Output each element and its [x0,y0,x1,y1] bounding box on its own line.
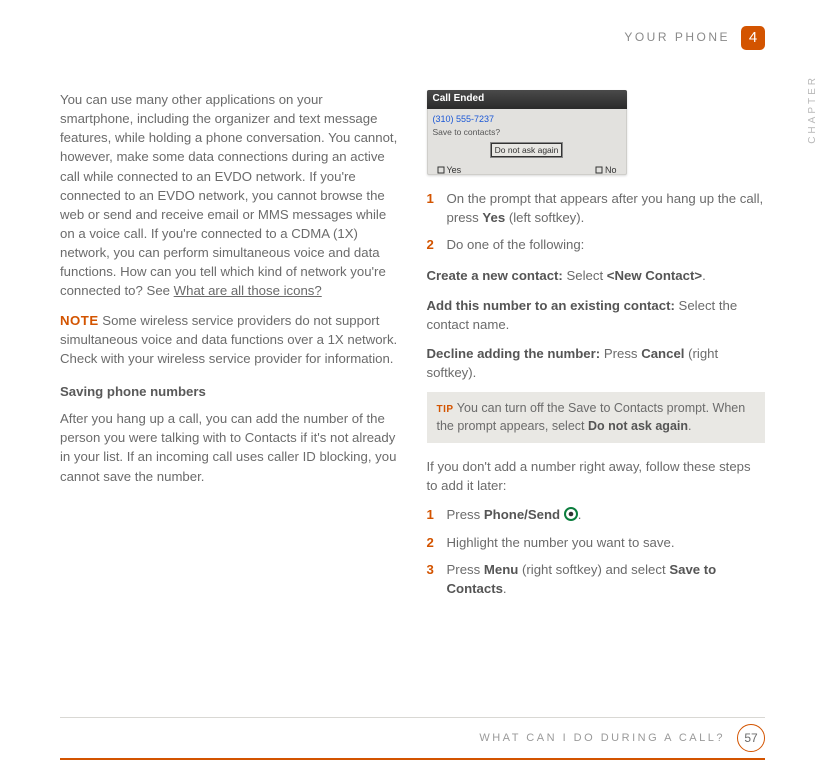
option-decline: Decline adding the number: Press Cancel … [427,344,766,382]
step-1: 1 On the prompt that appears after you h… [427,189,766,227]
later-step-3: 3 Press Menu (right softkey) and select … [427,560,766,598]
page-footer: WHAT CAN I DO DURING A CALL? 57 [60,717,765,760]
steps-list-a: 1 On the prompt that appears after you h… [427,189,766,254]
intro-paragraph: You can use many other applications on y… [60,90,399,301]
header-section-title: YOUR PHONE [624,30,730,44]
left-column: You can use many other applications on y… [60,90,399,610]
option-existing-contact: Add this number to an existing contact: … [427,296,766,334]
phone-send-icon [564,507,578,521]
screenshot-titlebar: Call Ended [427,90,627,109]
note-label: NOTE [60,313,99,328]
tip-box: TIP You can turn off the Save to Contact… [427,392,766,443]
note-paragraph: NOTE Some wireless service providers do … [60,311,399,368]
steps-list-b: 1 Press Phone/Send . 2 Highlight the num… [427,505,766,598]
screenshot-yes-softkey: Yes [437,164,462,177]
chapter-side-label: CHAPTER [807,75,818,144]
phone-screenshot: Call Ended (310) 555-7237 Save to contac… [427,90,627,175]
saving-numbers-heading: Saving phone numbers [60,382,399,401]
page-header: YOUR PHONE 4 [60,30,765,60]
icons-link[interactable]: What are all those icons? [174,283,322,298]
later-step-2: 2 Highlight the number you want to save. [427,533,766,552]
screenshot-prompt: Save to contacts? [433,126,621,138]
screenshot-no-softkey: No [595,164,617,177]
step-2: 2 Do one of the following: [427,235,766,254]
footer-title: WHAT CAN I DO DURING A CALL? [479,732,725,744]
screenshot-softkeys: Yes No [427,162,627,181]
later-step-1: 1 Press Phone/Send . [427,505,766,524]
page-number: 57 [737,724,765,752]
option-create-contact: Create a new contact: Select <New Contac… [427,266,766,285]
screenshot-do-not-ask-button: Do not ask again [490,142,564,158]
chapter-number-badge: 4 [741,26,765,50]
screenshot-body: (310) 555-7237 Save to contacts? Do not … [427,109,627,163]
screenshot-phone-number: (310) 555-7237 [433,113,621,126]
right-column: Call Ended (310) 555-7237 Save to contac… [427,90,766,610]
saving-numbers-paragraph: After you hang up a call, you can add th… [60,409,399,486]
add-later-paragraph: If you don't add a number right away, fo… [427,457,766,495]
tip-label: TIP [437,404,454,415]
content-columns: You can use many other applications on y… [60,90,765,610]
